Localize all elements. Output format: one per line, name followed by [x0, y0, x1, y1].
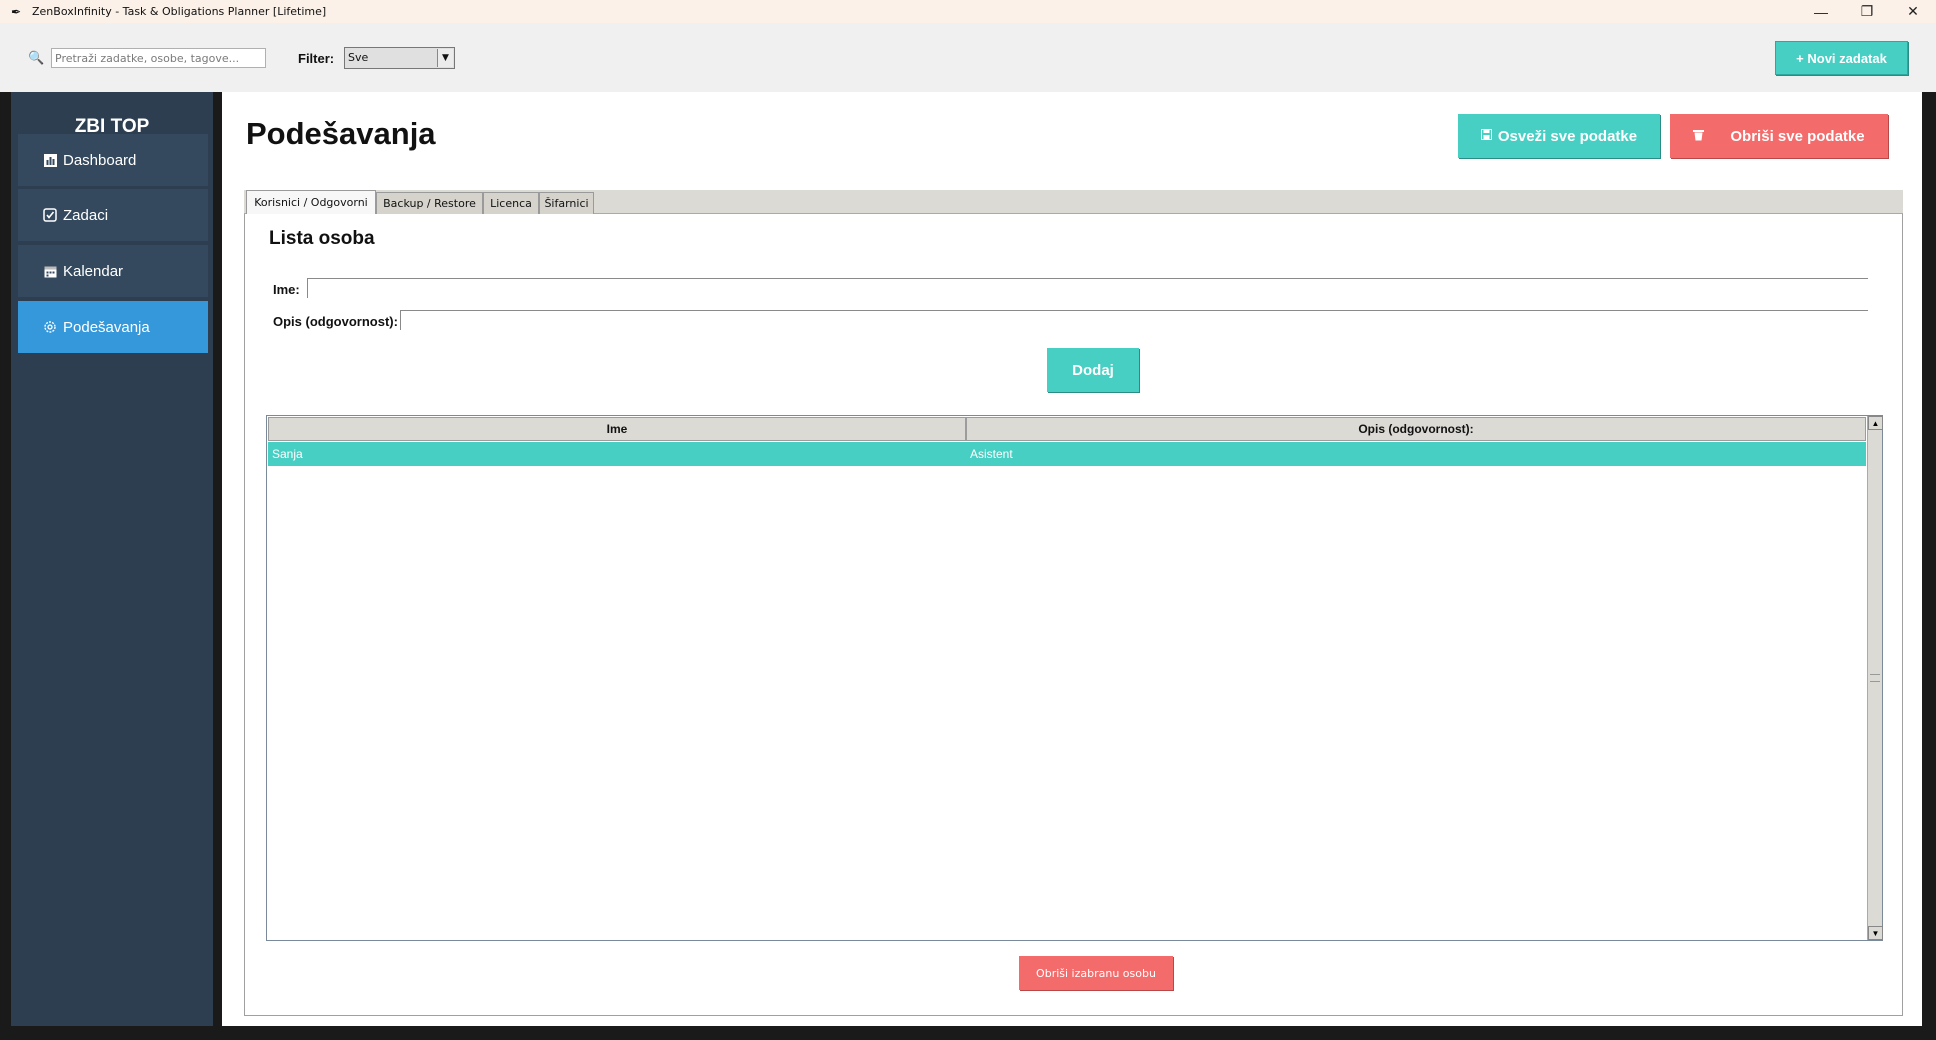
- maximize-button[interactable]: ❐: [1844, 0, 1890, 23]
- column-header-description[interactable]: Opis (odgovornost):: [966, 417, 1866, 441]
- name-field[interactable]: [307, 278, 1868, 298]
- calendar-icon: [43, 264, 57, 278]
- window-title: ZenBoxInfinity - Task & Obligations Plan…: [32, 5, 327, 18]
- chevron-down-icon[interactable]: ▼: [437, 49, 453, 67]
- sidebar-item-label: Podešavanja: [63, 318, 150, 336]
- gear-icon: [43, 320, 57, 334]
- delete-selected-person-button[interactable]: Obriši izabranu osobu: [1019, 956, 1173, 990]
- sidebar-item-label: Dashboard: [63, 151, 137, 169]
- tab-licenca[interactable]: Licenca: [483, 192, 539, 214]
- tab-korisnici[interactable]: Korisnici / Odgovorni: [246, 190, 376, 214]
- checkbox-icon: [43, 208, 57, 222]
- search-input[interactable]: [51, 48, 266, 68]
- table-row[interactable]: Sanja Asistent: [268, 442, 1866, 466]
- description-label: Opis (odgovornost):: [273, 314, 398, 329]
- minimize-button[interactable]: —: [1798, 0, 1844, 23]
- persons-table: Ime Opis (odgovornost): Sanja Asistent ▲…: [266, 415, 1883, 941]
- filter-select[interactable]: Sve ▼: [344, 47, 455, 69]
- filter-select-value: Sve: [348, 51, 369, 64]
- add-person-button[interactable]: Dodaj: [1047, 348, 1139, 392]
- top-toolbar: 🔍 Filter: Sve ▼ + Novi zadatak: [0, 23, 1936, 92]
- page-title: Podešavanja: [246, 116, 436, 151]
- chart-icon: [43, 153, 57, 167]
- sidebar-item-podesavanja[interactable]: Podešavanja: [18, 301, 208, 353]
- table-scrollbar[interactable]: ▲ ▼: [1867, 416, 1883, 940]
- column-header-name[interactable]: Ime: [268, 417, 966, 441]
- trash-icon: [1693, 129, 1705, 144]
- tab-panel-korisnici: Lista osoba Ime: Opis (odgovornost): Dod…: [244, 214, 1903, 1016]
- feather-icon: ✒: [10, 4, 22, 19]
- tab-sifarnici[interactable]: Šifarnici: [539, 192, 594, 214]
- section-title: Lista osoba: [269, 228, 375, 249]
- refresh-all-label: Osveži sve podatke: [1497, 127, 1638, 145]
- name-label: Ime:: [273, 282, 300, 297]
- tab-backup[interactable]: Backup / Restore: [376, 192, 483, 214]
- scroll-grip[interactable]: [1870, 674, 1880, 682]
- save-icon: [1480, 129, 1492, 143]
- cell-name: Sanja: [272, 447, 303, 461]
- scroll-down-arrow-icon[interactable]: ▼: [1868, 926, 1883, 940]
- sidebar-item-label: Kalendar: [63, 262, 124, 280]
- table-header: Ime Opis (odgovornost):: [268, 417, 1866, 441]
- sidebar-item-dashboard[interactable]: Dashboard: [18, 134, 208, 186]
- refresh-all-button[interactable]: Osveži sve podatke: [1458, 114, 1660, 158]
- delete-all-button[interactable]: Obriši sve podatke: [1670, 114, 1888, 158]
- filter-label: Filter:: [298, 51, 335, 66]
- search-icon: 🔍: [28, 50, 45, 65]
- main-content: Podešavanja Osveži sve podatke Obriši sv…: [222, 92, 1922, 1026]
- sidebar-item-label: Zadaci: [63, 206, 109, 224]
- scroll-up-arrow-icon[interactable]: ▲: [1868, 416, 1883, 430]
- sidebar: ZBI TOP Dashboard Zadaci Kalendar Podeša…: [11, 92, 213, 1026]
- sidebar-item-kalendar[interactable]: Kalendar: [18, 245, 208, 297]
- window-controls: — ❐ ✕: [1798, 0, 1936, 23]
- delete-all-label: Obriši sve podatke: [1730, 127, 1865, 145]
- cell-description: Asistent: [970, 447, 1013, 461]
- new-task-button[interactable]: + Novi zadatak: [1775, 41, 1908, 75]
- settings-tabs: Korisnici / Odgovorni Backup / Restore L…: [244, 190, 1903, 214]
- close-button[interactable]: ✕: [1890, 0, 1936, 23]
- sidebar-item-zadaci[interactable]: Zadaci: [18, 189, 208, 241]
- description-field[interactable]: [400, 310, 1868, 330]
- window-titlebar: ✒ ZenBoxInfinity - Task & Obligations Pl…: [0, 0, 1936, 23]
